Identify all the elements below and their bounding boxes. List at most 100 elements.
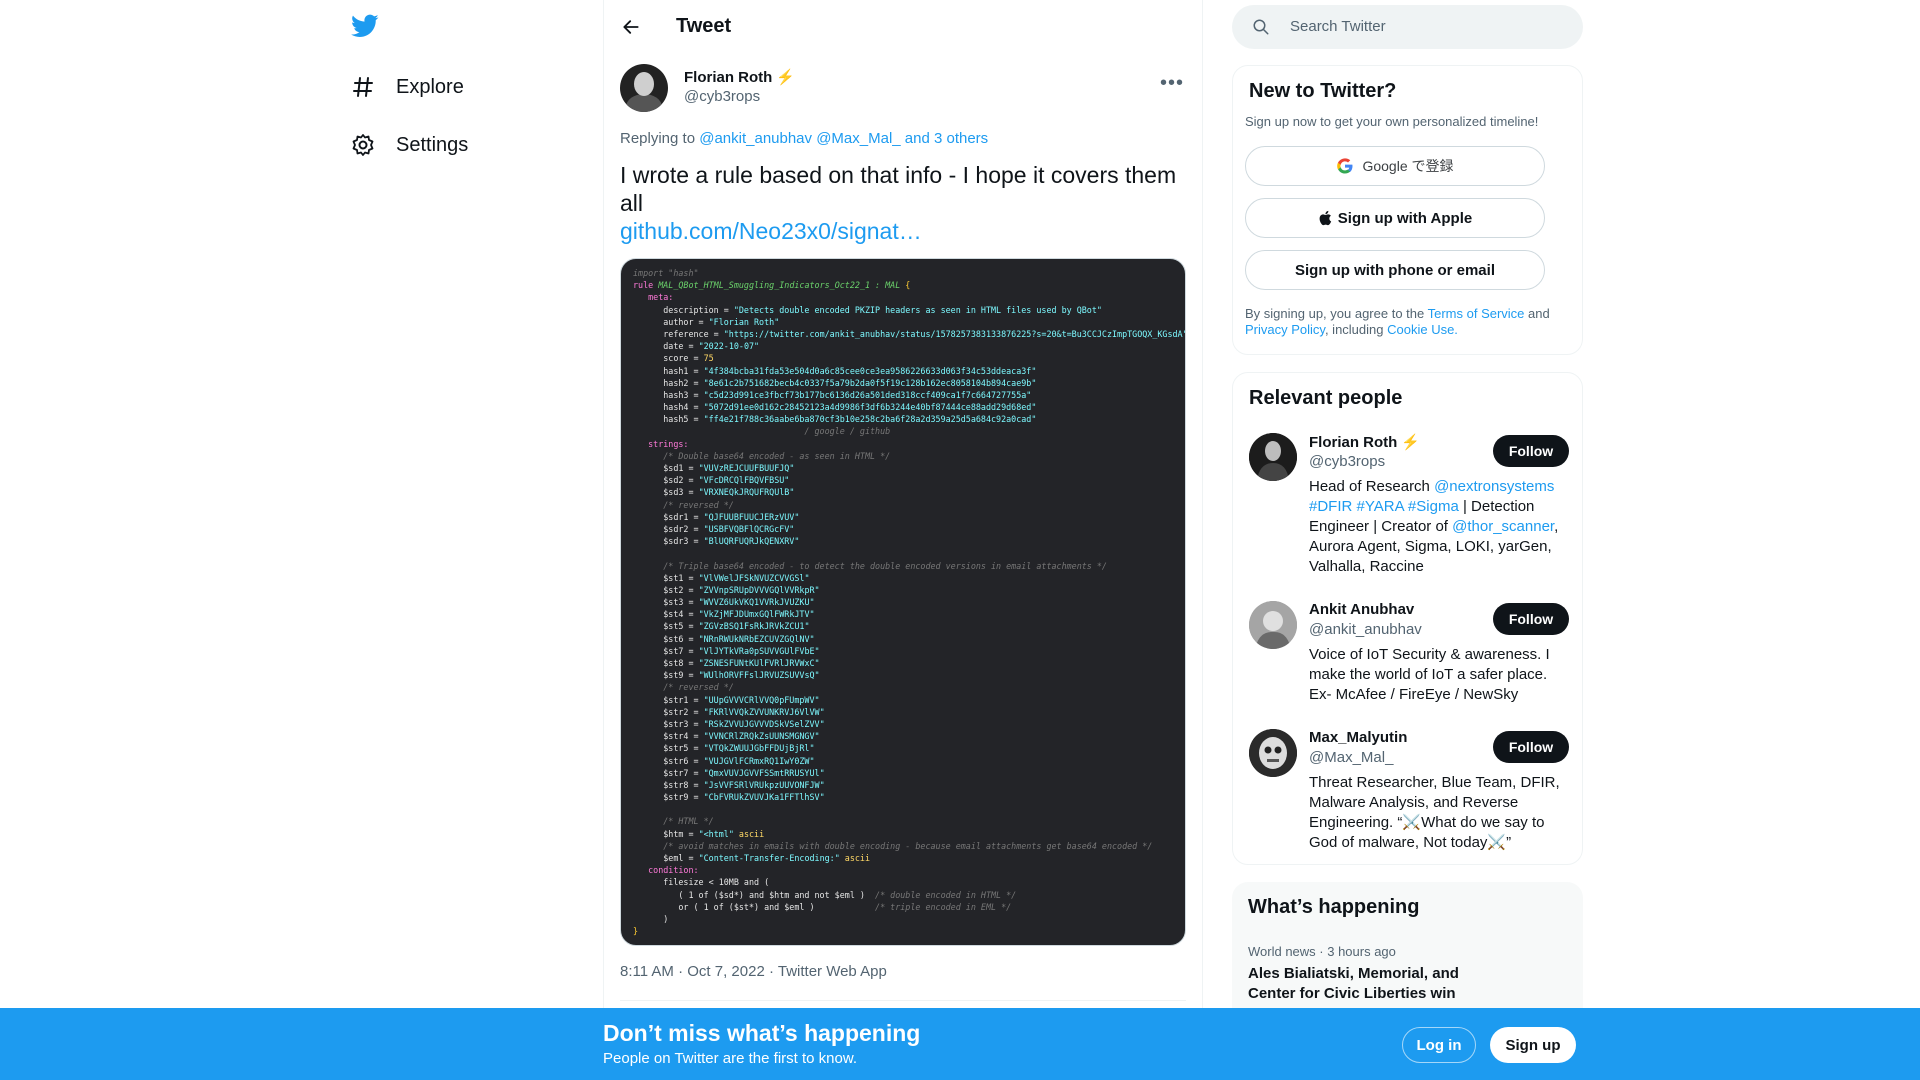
code-line: $str5 = "VTQkZWUUJGbFFDUjBjRl" [633, 742, 1173, 754]
code-token: "ff4e21f788c36aabe6ba870cf3b10e258c2ba6f… [703, 414, 1037, 425]
person-name[interactable]: Ankit Anubhav [1309, 601, 1414, 618]
code-line: description = "Detects double encoded PK… [633, 304, 1173, 316]
person-handle[interactable]: @cyb3rops [1309, 453, 1385, 470]
login-button[interactable]: Log in [1402, 1027, 1476, 1063]
back-arrow-icon[interactable] [618, 14, 644, 40]
code-token: $st7 = [633, 645, 699, 656]
code-line: reference = "https://twitter.com/ankit_a… [633, 328, 1185, 340]
code-token: /* Double base64 encoded - as seen in HT… [633, 450, 891, 461]
privacy-policy-link[interactable]: Privacy Policy [1245, 322, 1325, 337]
twitter-bird-icon[interactable] [350, 12, 382, 44]
follow-button[interactable]: Follow [1493, 731, 1569, 763]
bio-link[interactable]: @nextronsystems [1434, 478, 1554, 495]
code-token: author = [633, 316, 709, 327]
more-options-icon[interactable]: ••• [1160, 72, 1184, 95]
code-line: $sdr3 = "BlUQRFUQRJkQENXRV" [633, 535, 1173, 547]
apple-signup-button[interactable]: Sign up with Apple [1245, 198, 1545, 238]
google-signup-button[interactable]: Google で登録 [1245, 146, 1545, 186]
code-token: "RSkZVVUJGVVVDSkVSelZVV" [703, 718, 825, 729]
code-line: $st5 = "ZGVzBSQ1FsRkJRVkZCU1" [633, 620, 1173, 632]
person-item[interactable]: Ankit Anubhav @ankit_anubhav Follow Voic… [1249, 601, 1569, 711]
code-line: / google / github [633, 425, 1173, 437]
avatar[interactable] [1249, 729, 1297, 777]
tweet-timestamp[interactable]: 8:11 AM · Oct 7, 2022 · Twitter Web App [620, 963, 887, 980]
code-line: $str3 = "RSkZVVUJGVVVDSkVSelZVV" [633, 718, 1173, 730]
bio-hashtags[interactable]: #DFIR #YARA #Sigma [1309, 498, 1459, 515]
search-box[interactable]: Search Twitter [1232, 5, 1583, 49]
code-token: } [633, 926, 639, 937]
bio-text: Head of Research [1309, 478, 1435, 495]
code-line: $sdr2 = "USBFVQBFlQCRGcFV" [633, 523, 1173, 535]
replying-handles-link[interactable]: @ankit_anubhav @Max_Mal_ and 3 others [699, 130, 988, 147]
code-token: /* reversed */ [633, 499, 734, 510]
code-token: date = [633, 341, 699, 352]
code-line: $htm = "<html" ascii [633, 828, 1173, 840]
code-line: hash3 = "c5d23d991ce3fbcf73b177bc6136d26… [633, 389, 1173, 401]
tweet-link[interactable]: github.com/Neo23x0/signat… [620, 218, 922, 245]
code-token: /* avoid matches in emails with double e… [633, 840, 1153, 851]
nav-explore[interactable]: Explore [350, 67, 464, 107]
code-token: $st2 = [633, 584, 699, 595]
code-line: $st4 = "VkZjMFJDUmxGQlFWRkJTV" [633, 608, 1173, 620]
tweet-author: Florian Roth ⚡ @cyb3rops ••• [620, 64, 1186, 114]
code-token: score = [633, 353, 704, 364]
terms-prefix: By signing up, you agree to the [1245, 306, 1428, 321]
code-token: ascii [738, 828, 765, 839]
person-item[interactable]: Max_Malyutin @Max_Mal_ Follow Threat Res… [1249, 729, 1569, 851]
author-handle[interactable]: @cyb3rops [684, 88, 760, 105]
code-screenshot-image[interactable]: import "hash" rule MAL_QBot_HTML_Smugglin… [620, 258, 1186, 946]
terms-of-service-link[interactable]: Terms of Service [1428, 306, 1525, 321]
signup-banner: Don’t miss what’s happening People on Tw… [0, 1008, 1920, 1080]
code-line: ( 1 of ($sd*) and $htm and not $eml ) /*… [633, 889, 1173, 901]
person-name[interactable]: Max_Malyutin [1309, 729, 1407, 746]
terms-including: , including [1324, 322, 1388, 337]
avatar[interactable] [620, 64, 668, 112]
nav-settings-label: Settings [396, 133, 469, 156]
card-title: Relevant people [1249, 387, 1403, 409]
code-token: reference = [633, 328, 724, 339]
code-token: $st8 = [633, 658, 699, 668]
code-token: $sdr3 = [633, 536, 704, 547]
trend-title[interactable]: Ales Bialiatski, Memorial, and Center fo… [1248, 964, 1508, 1004]
person-item[interactable]: Florian Roth ⚡ @cyb3rops Follow Head of R… [1249, 433, 1569, 583]
code-token: "VkZjMFJDUmxGQlFWRkJTV" [698, 609, 815, 620]
code-token: $sd3 = [633, 487, 699, 498]
avatar[interactable] [1249, 433, 1297, 481]
signup-button[interactable]: Sign up [1490, 1027, 1576, 1063]
code-line: $st1 = "VlVWelJFSkNVUZCVVGSl" [633, 572, 1173, 584]
follow-button[interactable]: Follow [1493, 603, 1569, 635]
right-sidebar: Search Twitter New to Twitter? Sign up n… [1232, 0, 1584, 1080]
code-line: /* reversed */ [633, 499, 1173, 511]
code-token: $sdr1 = [633, 511, 704, 522]
code-line: hash4 = "5072d91ee0d162c28452123a4d9986f… [633, 401, 1173, 413]
google-icon [1336, 157, 1354, 175]
code-line: filesize < 10MB and ( [633, 876, 1173, 888]
code-line: /* HTML */ [633, 815, 1173, 827]
code-line: $sd1 = "VUVzREJCUUFBUUFJQ" [633, 462, 1173, 474]
page-title: Tweet [676, 15, 732, 37]
phone-email-signup-button[interactable]: Sign up with phone or email [1245, 250, 1545, 290]
nav-settings[interactable]: Settings [350, 125, 468, 165]
person-handle[interactable]: @ankit_anubhav [1309, 621, 1422, 638]
cookie-use-link[interactable]: Cookie Use. [1387, 322, 1458, 337]
code-token: "4f384bcba31fda53e504d0a6c85cee0ce3ea958… [703, 365, 1037, 376]
avatar[interactable] [1249, 601, 1297, 649]
code-line: ) [633, 913, 1173, 925]
code-token: strings: [633, 438, 689, 449]
left-navigation: Explore Settings [340, 0, 600, 1080]
follow-button[interactable]: Follow [1493, 435, 1569, 467]
person-handle[interactable]: @Max_Mal_ [1309, 749, 1393, 766]
code-line: $sdr1 = "QJFUUBFUUCJERzVUV" [633, 511, 1173, 523]
person-name[interactable]: Florian Roth ⚡ [1309, 433, 1420, 451]
code-token: / google / github [633, 426, 891, 437]
author-name[interactable]: Florian Roth ⚡ [684, 68, 795, 86]
code-token: "ZVVnpSRUpDVVVGQlVVRkpR" [698, 584, 820, 595]
bio-link[interactable]: @thor_scanner [1452, 518, 1554, 535]
code-token: "https://twitter.com/ankit_anubhav/statu… [723, 328, 1186, 339]
code-token: $str2 = [633, 706, 704, 717]
code-line: import "hash" [633, 267, 1173, 279]
code-token: "BlUQRFUQRJkQENXRV" [703, 536, 800, 547]
hashtag-icon [350, 74, 376, 100]
banner-title: Don’t miss what’s happening [603, 1020, 921, 1046]
code-token: "VVNCRlZRQkZsUUNSMGNGV" [703, 731, 820, 742]
